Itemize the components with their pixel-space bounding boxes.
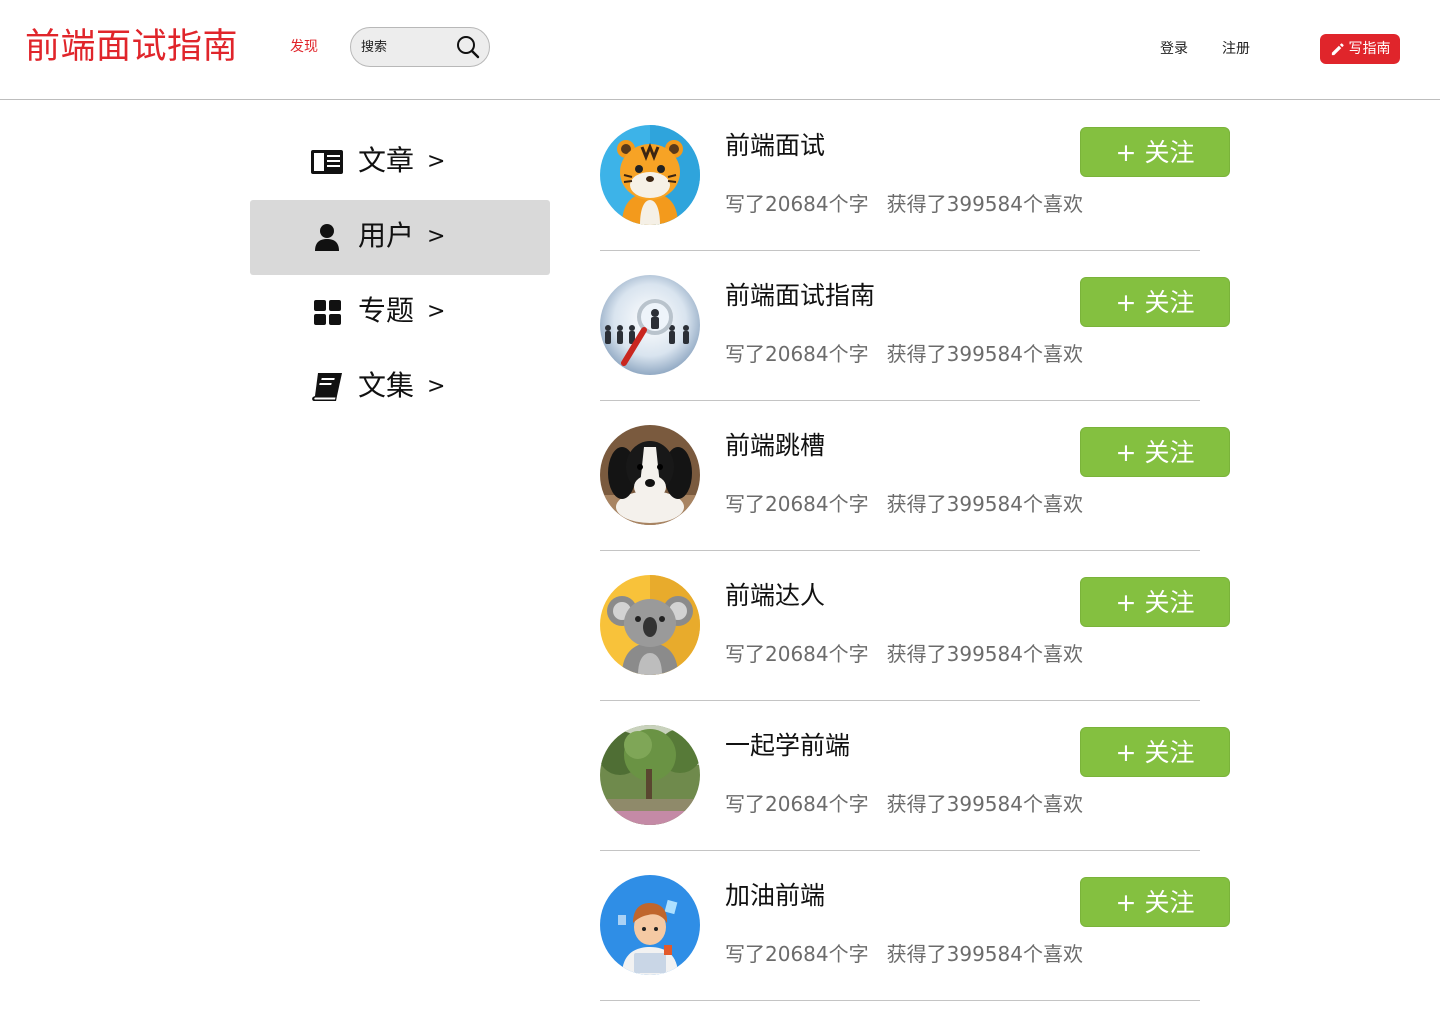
user-list: 前端面试 写了20684个字 获得了399584个喜欢 + 关注 前端面试指南 …: [600, 125, 1240, 1025]
puppy-avatar[interactable]: [600, 425, 700, 525]
sidebar-item-users[interactable]: 用户 >: [250, 200, 550, 275]
user-stats: 写了20684个字 获得了399584个喜欢: [725, 340, 1083, 368]
sidebar-item-label: 文集: [358, 369, 415, 402]
tree-avatar[interactable]: [600, 725, 700, 825]
follow-button[interactable]: + 关注: [1080, 727, 1230, 777]
chevron-right-icon: >: [427, 149, 446, 174]
list-item: 前端跳槽 写了20684个字 获得了399584个喜欢 + 关注: [600, 425, 1230, 575]
user-stats: 写了20684个字 获得了399584个喜欢: [725, 940, 1083, 968]
row-divider: [600, 850, 1200, 851]
like-count: 获得了399584个喜欢: [886, 942, 1083, 966]
user-name[interactable]: 前端面试指南: [725, 279, 875, 313]
koala-avatar[interactable]: [600, 575, 700, 675]
search-box[interactable]: [350, 27, 490, 67]
word-count: 写了20684个字: [725, 942, 869, 966]
magnifier-avatar[interactable]: [600, 275, 700, 375]
word-count: 写了20684个字: [725, 342, 869, 366]
pencil-icon: [1331, 42, 1344, 55]
list-item: 前端达人 写了20684个字 获得了399584个喜欢 + 关注: [600, 575, 1230, 725]
grid-icon: [310, 297, 344, 327]
follow-button[interactable]: + 关注: [1080, 127, 1230, 177]
sidebar-item-articles[interactable]: 文章 >: [250, 125, 550, 200]
user-name[interactable]: 一起学前端: [725, 729, 850, 763]
user-name[interactable]: 前端面试: [725, 129, 825, 163]
search-input[interactable]: [361, 37, 449, 57]
follow-button[interactable]: + 关注: [1080, 277, 1230, 327]
follow-button[interactable]: + 关注: [1080, 577, 1230, 627]
chevron-right-icon: >: [427, 224, 446, 249]
write-guide-button[interactable]: 写指南: [1320, 34, 1400, 64]
like-count: 获得了399584个喜欢: [886, 492, 1083, 516]
sidebar-item-label: 专题: [358, 294, 415, 327]
follow-button[interactable]: + 关注: [1080, 877, 1230, 927]
follow-button[interactable]: + 关注: [1080, 427, 1230, 477]
chevron-right-icon: >: [427, 299, 446, 324]
sidebar-item-label: 用户: [358, 219, 415, 252]
like-count: 获得了399584个喜欢: [886, 192, 1083, 216]
sidebar-item-label: 文章: [358, 144, 415, 177]
word-count: 写了20684个字: [725, 492, 869, 516]
site-logo[interactable]: 前端面试指南: [25, 26, 238, 68]
user-name[interactable]: 前端达人: [725, 579, 825, 613]
top-header: 前端面试指南 发现 登录 注册 写指南: [0, 0, 1440, 100]
row-divider: [600, 550, 1200, 551]
like-count: 获得了399584个喜欢: [886, 792, 1083, 816]
row-divider: [600, 1000, 1200, 1001]
user-stats: 写了20684个字 获得了399584个喜欢: [725, 790, 1083, 818]
user-stats: 写了20684个字 获得了399584个喜欢: [725, 490, 1083, 518]
list-item: 前端面试指南 写了20684个字 获得了399584个喜欢 + 关注: [600, 275, 1230, 425]
user-name[interactable]: 加油前端: [725, 879, 825, 913]
chevron-right-icon: >: [427, 374, 446, 399]
list-item: 前端面试 写了20684个字 获得了399584个喜欢 + 关注: [600, 125, 1230, 275]
row-divider: [600, 250, 1200, 251]
user-name[interactable]: 前端跳槽: [725, 429, 825, 463]
login-link[interactable]: 登录: [1160, 40, 1188, 58]
sidebar-item-collections[interactable]: 文集 >: [250, 350, 550, 425]
write-guide-label: 写指南: [1348, 41, 1391, 57]
like-count: 获得了399584个喜欢: [886, 342, 1083, 366]
user-icon: [310, 222, 344, 252]
word-count: 写了20684个字: [725, 792, 869, 816]
row-divider: [600, 400, 1200, 401]
search-icon[interactable]: [455, 34, 481, 60]
developer-avatar[interactable]: [600, 875, 700, 975]
word-count: 写了20684个字: [725, 192, 869, 216]
article-icon: [310, 147, 344, 177]
sidebar-item-topics[interactable]: 专题 >: [250, 275, 550, 350]
word-count: 写了20684个字: [725, 642, 869, 666]
user-stats: 写了20684个字 获得了399584个喜欢: [725, 640, 1083, 668]
tiger-avatar[interactable]: [600, 125, 700, 225]
like-count: 获得了399584个喜欢: [886, 642, 1083, 666]
register-link[interactable]: 注册: [1222, 40, 1250, 58]
sidebar: 文章 > 用户 > 专题 > 文集 >: [250, 125, 550, 425]
list-item: 加油前端 写了20684个字 获得了399584个喜欢 + 关注: [600, 875, 1230, 1025]
nav-discover-link[interactable]: 发现: [290, 38, 318, 56]
list-item: 一起学前端 写了20684个字 获得了399584个喜欢 + 关注: [600, 725, 1230, 875]
book-icon: [310, 372, 344, 402]
user-stats: 写了20684个字 获得了399584个喜欢: [725, 190, 1083, 218]
row-divider: [600, 700, 1200, 701]
